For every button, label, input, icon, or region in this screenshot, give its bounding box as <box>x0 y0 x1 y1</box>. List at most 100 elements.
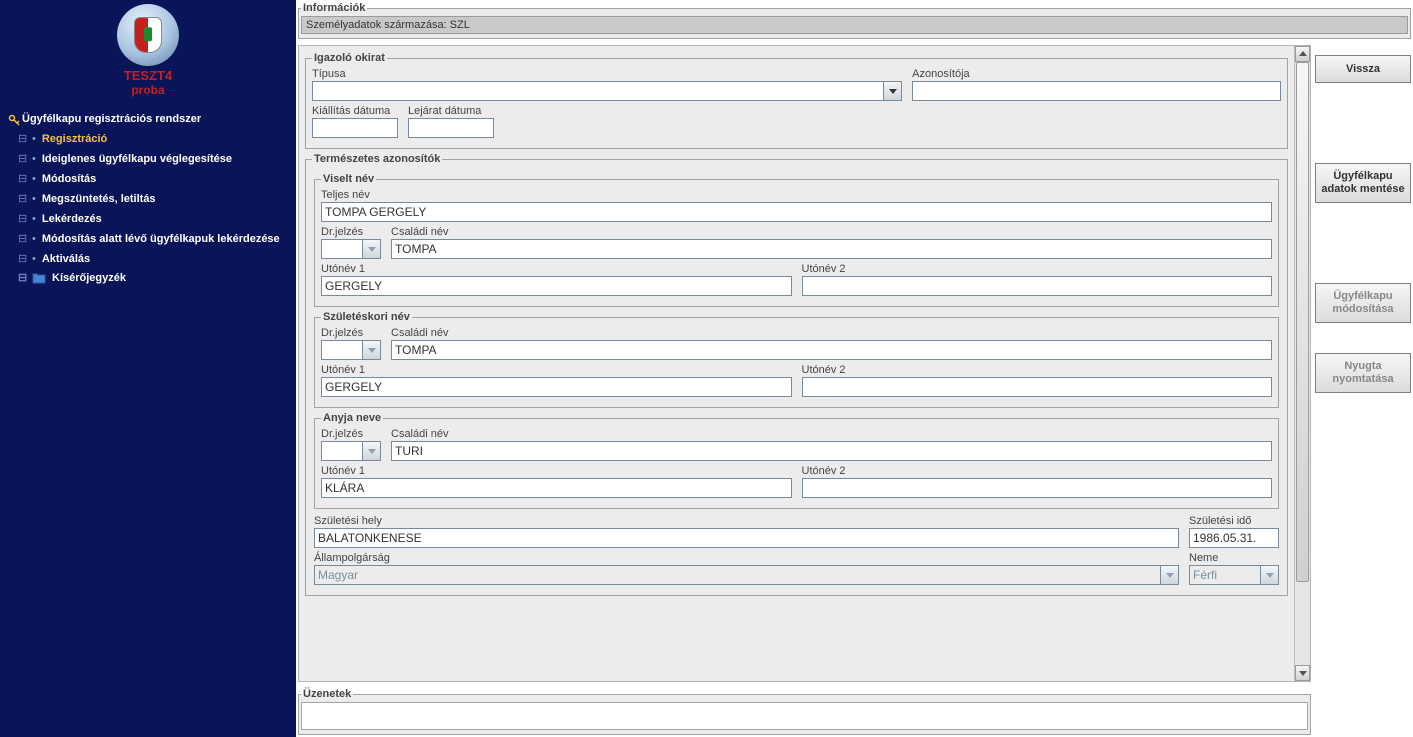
anyja-dr-dropdown-button[interactable] <box>363 441 381 461</box>
viselt-csalad-input[interactable] <box>391 239 1272 259</box>
scroll-track[interactable] <box>1295 62 1310 665</box>
kiallitas-label: Kiállítás dátuma <box>312 105 398 117</box>
scroll-thumb[interactable] <box>1296 62 1309 582</box>
viselt-csalad-label: Családi név <box>391 226 1272 238</box>
anyja-dr-combo[interactable] <box>321 441 381 461</box>
bullet-icon: • <box>32 211 36 227</box>
neme-label: Neme <box>1189 552 1279 564</box>
form-scroll-container: Igazoló okirat Típusa Azonosítója <box>298 45 1311 682</box>
nav-root-row: Ügyfélkapu regisztrációs rendszer <box>4 109 296 129</box>
uzenetek-legend: Üzenetek <box>301 688 353 700</box>
allampolgarsag-label: Állampolgárság <box>314 552 1179 564</box>
chevron-down-icon <box>1266 571 1274 579</box>
neme-dropdown-button[interactable] <box>1261 565 1279 585</box>
viselt-uto1-label: Utónév 1 <box>321 263 792 275</box>
sidebar-item-modositas-alatt[interactable]: ⊟ • Módosítás alatt lévő ügyfélkapuk lek… <box>4 229 296 249</box>
nyugta-button[interactable]: Nyugta nyomtatása <box>1315 353 1411 393</box>
anyja-uto2-input[interactable] <box>802 478 1273 498</box>
igazolo-okirat-fieldset: Igazoló okirat Típusa Azonosítója <box>305 52 1288 149</box>
lejarat-label: Lejárat dátuma <box>408 105 494 117</box>
tipusa-label: Típusa <box>312 68 902 80</box>
azonositoja-input[interactable] <box>912 81 1281 101</box>
szul-dr-input[interactable] <box>321 340 363 360</box>
szul-dr-combo[interactable] <box>321 340 381 360</box>
viselt-nev-fieldset: Viselt név Teljes név Dr.jelzés <box>314 173 1279 307</box>
termeszetes-legend: Természetes azonosítók <box>312 153 442 165</box>
szul-uto1-input[interactable] <box>321 377 792 397</box>
szuletesi-ido-input[interactable] <box>1189 528 1279 548</box>
nav-root-label: Ügyfélkapu regisztrációs rendszer <box>22 112 201 126</box>
anyja-dr-input[interactable] <box>321 441 363 461</box>
viselt-uto1-input[interactable] <box>321 276 792 296</box>
sidebar-item-label: Kísérőjegyzék <box>52 272 126 284</box>
bullet-icon: • <box>32 231 36 247</box>
szul-dr-label: Dr.jelzés <box>321 327 381 339</box>
chevron-down-icon <box>368 346 376 354</box>
anyja-uto1-label: Utónév 1 <box>321 465 792 477</box>
app-title-1: TESZT4 <box>0 68 296 83</box>
kiallitas-input[interactable] <box>312 118 398 138</box>
action-button-column: Vissza Ügyfélkapu adatok mentése Ügyfélk… <box>1315 45 1411 737</box>
tree-node-icon: ⊟ <box>18 211 26 227</box>
mentes-button[interactable]: Ügyfélkapu adatok mentése <box>1315 163 1411 203</box>
logo-block: TESZT4 proba <box>0 4 296 103</box>
szul-dr-dropdown-button[interactable] <box>363 340 381 360</box>
tree-node-icon: ⊟ <box>18 271 26 284</box>
sidebar-item-label: Lekérdezés <box>42 211 102 227</box>
vissza-button[interactable]: Vissza <box>1315 55 1411 83</box>
form-scrollbar[interactable] <box>1294 46 1310 681</box>
viselt-dr-input[interactable] <box>321 239 363 259</box>
termeszetes-fieldset: Természetes azonosítók Viselt név Teljes… <box>305 153 1288 596</box>
chevron-down-icon <box>1299 669 1307 677</box>
sidebar-item-megszuntetes[interactable]: ⊟ • Megszüntetés, letiltás <box>4 189 296 209</box>
chevron-down-icon <box>368 447 376 455</box>
viselt-dr-label: Dr.jelzés <box>321 226 381 238</box>
sidebar-item-regisztracio[interactable]: ⊟ • Regisztráció <box>4 129 296 149</box>
viselt-legend: Viselt név <box>321 173 376 185</box>
sidebar-item-label: Regisztráció <box>42 131 107 147</box>
sidebar-item-label: Módosítás <box>42 171 96 187</box>
scroll-down-button[interactable] <box>1295 665 1310 681</box>
anyja-uto1-input[interactable] <box>321 478 792 498</box>
viselt-dr-dropdown-button[interactable] <box>363 239 381 259</box>
anyja-neve-fieldset: Anyja neve Dr.jelzés <box>314 412 1279 509</box>
tipusa-dropdown-button[interactable] <box>884 81 902 101</box>
anyja-csalad-input[interactable] <box>391 441 1272 461</box>
scroll-up-button[interactable] <box>1295 46 1310 62</box>
sidebar: TESZT4 proba Ügyfélkapu regisztrációs re… <box>0 0 296 737</box>
sidebar-item-ideiglenes[interactable]: ⊟ • Ideiglenes ügyfélkapu véglegesítése <box>4 149 296 169</box>
szuletesi-hely-input[interactable] <box>314 528 1179 548</box>
allampolgarsag-combo[interactable] <box>314 565 1179 585</box>
teljes-nev-input[interactable] <box>321 202 1272 222</box>
modositas-button[interactable]: Ügyfélkapu módosítása <box>1315 283 1411 323</box>
bullet-icon: • <box>32 171 36 187</box>
sidebar-item-lekerdezes[interactable]: ⊟ • Lekérdezés <box>4 209 296 229</box>
tipusa-input[interactable] <box>312 81 884 101</box>
teljes-nev-label: Teljes név <box>321 189 1272 201</box>
app-title-2: proba <box>0 83 296 97</box>
viselt-dr-combo[interactable] <box>321 239 381 259</box>
tree-node-icon: ⊟ <box>18 131 26 147</box>
allampolgarsag-dropdown-button[interactable] <box>1161 565 1179 585</box>
neme-combo[interactable] <box>1189 565 1279 585</box>
lejarat-input[interactable] <box>408 118 494 138</box>
sidebar-item-label: Aktiválás <box>42 251 90 267</box>
szul-csalad-input[interactable] <box>391 340 1272 360</box>
sidebar-item-label: Megszüntetés, letiltás <box>42 191 156 207</box>
sidebar-item-label: Módosítás alatt lévő ügyfélkapuk lekérde… <box>42 231 280 247</box>
neme-input[interactable] <box>1189 565 1261 585</box>
viselt-uto2-input[interactable] <box>802 276 1273 296</box>
folder-icon <box>32 272 46 284</box>
tipusa-combo[interactable] <box>312 81 902 101</box>
szul-uto2-input[interactable] <box>802 377 1273 397</box>
viselt-uto2-label: Utónév 2 <box>802 263 1273 275</box>
tree-node-icon: ⊟ <box>18 171 26 187</box>
sidebar-item-kiserojegyzek[interactable]: ⊟ Kísérőjegyzék <box>4 269 296 286</box>
sidebar-item-modositas[interactable]: ⊟ • Módosítás <box>4 169 296 189</box>
szuletesi-nev-fieldset: Születéskori név Dr.jelzés <box>314 311 1279 408</box>
info-legend: Információk <box>301 2 367 14</box>
bullet-icon: • <box>32 131 36 147</box>
azonositoja-label: Azonosítója <box>912 68 1281 80</box>
allampolgarsag-input[interactable] <box>314 565 1161 585</box>
sidebar-item-aktivalas[interactable]: ⊟ • Aktiválás <box>4 249 296 269</box>
